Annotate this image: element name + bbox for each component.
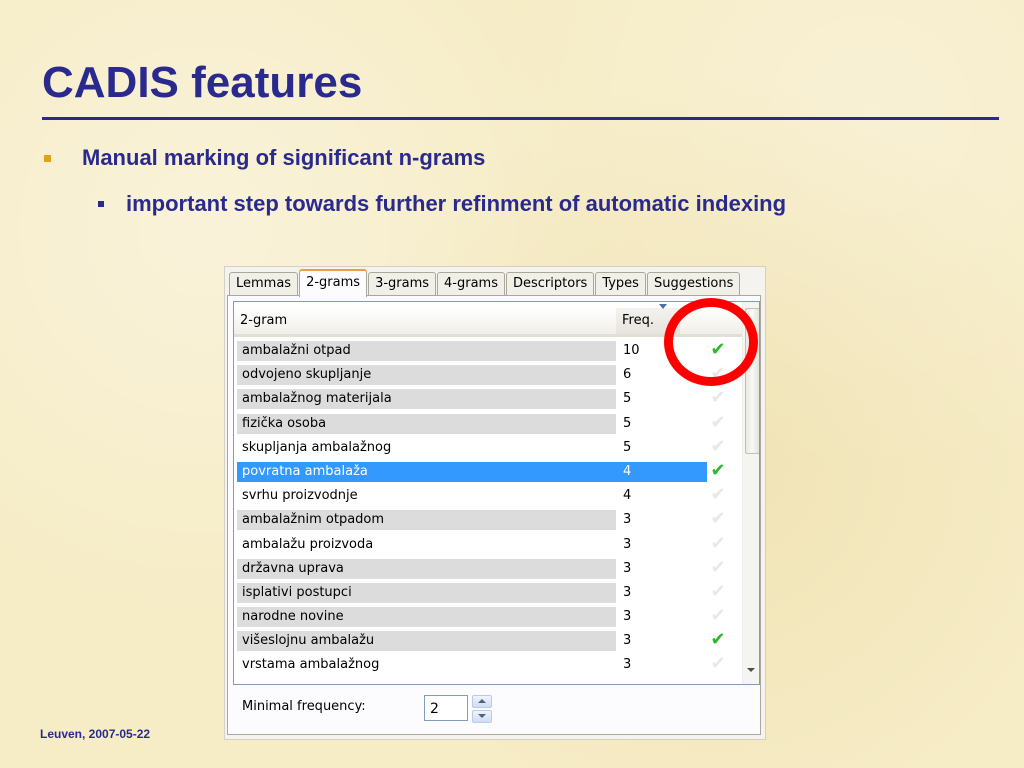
- list-row[interactable]: fizička osoba 5 ✔: [234, 412, 741, 436]
- sub-bullet-text: important step towards further refinment…: [126, 191, 787, 216]
- sort-descending-icon: [659, 304, 667, 309]
- freq-cell: 4: [623, 488, 632, 504]
- checkmark-unchecked-icon[interactable]: ✔: [708, 364, 728, 384]
- list-row[interactable]: skupljanja ambalažnog 5 ✔: [234, 436, 741, 460]
- ngram-cell: ambalažnim otpadom: [237, 510, 616, 531]
- scrollbar-thumb[interactable]: [745, 308, 759, 454]
- freq-cell: 3: [623, 633, 632, 649]
- ngram-cell: skupljanja ambalažnog: [242, 439, 392, 455]
- list-header: 2-gram Freq.: [234, 302, 759, 337]
- tab-lemmas[interactable]: Lemmas: [229, 272, 299, 295]
- checkmark-unchecked-icon[interactable]: ✔: [708, 606, 728, 626]
- freq-cell: 3: [623, 560, 632, 576]
- ngram-cell: višeslojnu ambalažu: [237, 631, 616, 652]
- tab-suggestions[interactable]: Suggestions: [646, 272, 741, 295]
- list-row[interactable]: odvojeno skupljanje 6 ✔: [234, 363, 741, 387]
- checkmark-unchecked-icon[interactable]: ✔: [708, 581, 728, 602]
- list-row[interactable]: ambalažnim otpadom 3 ✔: [234, 508, 741, 532]
- freq-cell: 5: [623, 391, 632, 407]
- checkmark-unchecked-icon[interactable]: ✔: [708, 654, 728, 674]
- list-row[interactable]: isplativi postupci 3 ✔: [234, 581, 741, 605]
- min-frequency-input[interactable]: 2: [424, 695, 468, 721]
- freq-cell: 3: [623, 536, 632, 552]
- min-frequency-spinner: [472, 695, 492, 723]
- ngram-dialog: Lemmas 2-grams 3-grams 4-grams Descripto…: [224, 266, 766, 740]
- ngram-cell: fizička osoba: [237, 413, 616, 434]
- freq-cell: 3: [623, 584, 632, 600]
- freq-cell: 4: [623, 463, 632, 479]
- checkmark-unchecked-icon[interactable]: ✔: [708, 485, 728, 505]
- ngram-cell: ambalažu proizvoda: [242, 536, 374, 552]
- list-row[interactable]: povratna ambalaža 4 ✔: [234, 460, 741, 484]
- list-rows: ambalažni otpad 10 ✔ odvojeno skupljanje 6 ✔ a…: [234, 339, 741, 678]
- freq-cell: 3: [623, 657, 632, 673]
- list-row[interactable]: narodne novine 3 ✔: [234, 605, 741, 629]
- bullet-text: Manual marking of significant n-grams: [82, 145, 486, 170]
- list-row[interactable]: svrhu proizvodnje 4 ✔: [234, 484, 741, 508]
- list-row[interactable]: ambalažu proizvoda 3 ✔: [234, 533, 741, 557]
- scroll-down-arrow-icon[interactable]: [747, 668, 755, 672]
- checkmark-unchecked-icon[interactable]: ✔: [708, 533, 728, 554]
- freq-cell: 3: [623, 609, 632, 625]
- list-row[interactable]: ambalažnog materijala 5 ✔: [234, 387, 741, 411]
- list-row[interactable]: ambalažni otpad 10 ✔: [234, 339, 741, 363]
- tab-strip: Lemmas 2-grams 3-grams 4-grams Descripto…: [229, 269, 741, 297]
- tab-panel: 2-gram Freq. ambalažni otpad 10 ✔ odvojeno …: [227, 295, 761, 735]
- min-frequency-label: Minimal frequency:: [242, 699, 366, 714]
- bullet-square-icon: [98, 201, 104, 207]
- tab-3-grams[interactable]: 3-grams: [368, 272, 437, 295]
- freq-cell: 3: [623, 512, 632, 528]
- list-row[interactable]: vrstama ambalažnog 3 ✔: [234, 653, 741, 677]
- checkmark-unchecked-icon[interactable]: ✔: [708, 412, 728, 433]
- column-header-check[interactable]: [680, 308, 745, 337]
- arrow-up-icon: [478, 699, 486, 703]
- ngram-list[interactable]: 2-gram Freq. ambalažni otpad 10 ✔ odvojeno …: [233, 301, 760, 685]
- ngram-cell: ambalažnog materijala: [237, 389, 616, 410]
- spin-up-button[interactable]: [472, 695, 492, 708]
- tab-descriptors[interactable]: Descriptors: [506, 272, 595, 295]
- checkmark-unchecked-icon[interactable]: ✔: [708, 436, 728, 457]
- arrow-down-icon: [478, 714, 486, 718]
- column-header-ngram[interactable]: 2-gram: [234, 308, 617, 337]
- checkmark-checked-icon[interactable]: ✔: [708, 630, 728, 650]
- tab-types[interactable]: Types: [595, 272, 646, 295]
- tab-2-grams[interactable]: 2-grams: [299, 269, 368, 297]
- ngram-cell: povratna ambalaža: [242, 463, 368, 479]
- spin-down-button[interactable]: [472, 710, 492, 723]
- bullet-square-icon: [44, 155, 51, 162]
- footer-text: Leuven, 2007-05-22: [40, 727, 151, 741]
- ngram-cell: narodne novine: [237, 607, 616, 628]
- title-rule: [42, 117, 999, 120]
- freq-cell: 5: [623, 439, 632, 455]
- checkmark-unchecked-icon[interactable]: ✔: [708, 557, 728, 578]
- slide-title: CADIS features: [42, 58, 363, 107]
- freq-cell: 5: [623, 415, 632, 431]
- ngram-cell: ambalažni otpad: [237, 341, 616, 361]
- vertical-scrollbar[interactable]: [742, 302, 759, 684]
- freq-cell: 10: [623, 343, 640, 358]
- ngram-cell: isplativi postupci: [237, 582, 616, 603]
- checkmark-checked-icon[interactable]: ✔: [708, 340, 728, 360]
- list-row[interactable]: državna uprava 3 ✔: [234, 557, 741, 581]
- checkmark-unchecked-icon[interactable]: ✔: [708, 388, 728, 408]
- ngram-cell: odvojeno skupljanje: [237, 365, 616, 386]
- checkmark-unchecked-icon[interactable]: ✔: [708, 509, 728, 529]
- ngram-cell: državna uprava: [237, 558, 616, 579]
- freq-cell: 6: [623, 367, 632, 383]
- tab-4-grams[interactable]: 4-grams: [437, 272, 505, 295]
- column-header-freq[interactable]: Freq.: [616, 308, 681, 337]
- ngram-cell: vrstama ambalažnog: [242, 657, 380, 673]
- ngram-cell: svrhu proizvodnje: [242, 488, 358, 504]
- list-row[interactable]: višeslojnu ambalažu 3 ✔: [234, 629, 741, 653]
- checkmark-checked-icon[interactable]: ✔: [708, 460, 728, 481]
